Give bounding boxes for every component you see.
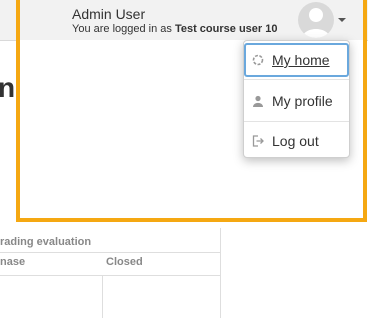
column-header-closed: Closed xyxy=(106,256,143,268)
avatar-icon xyxy=(298,2,334,38)
column-divider xyxy=(102,275,103,318)
home-icon xyxy=(252,54,264,66)
menu-item-label: My profile xyxy=(272,93,333,109)
menu-divider xyxy=(244,121,349,122)
column-header-phase: nase xyxy=(0,256,26,268)
menu-item-my-profile[interactable]: My profile xyxy=(244,84,349,116)
table-title: rading evaluation xyxy=(0,236,92,248)
menu-divider xyxy=(244,79,349,80)
top-navbar: Admin User You are logged in as Test cou… xyxy=(0,0,368,41)
menu-item-my-home[interactable]: My home xyxy=(244,43,349,77)
divider xyxy=(0,252,220,253)
logout-icon xyxy=(252,135,264,147)
logged-in-prefix: You are logged in as xyxy=(72,23,175,35)
logged-in-info: You are logged in as Test course user 10 xyxy=(72,23,298,35)
menu-item-log-out[interactable]: Log out xyxy=(244,124,349,156)
page-heading: n xyxy=(0,72,16,103)
menu-item-label: My home xyxy=(272,52,330,68)
logged-in-user: Test course user 10 xyxy=(174,23,278,35)
user-name: Admin User xyxy=(72,6,146,22)
menu-item-label: Log out xyxy=(272,133,319,149)
grading-table: rading evaluation nase Closed xyxy=(0,228,221,318)
chevron-down-icon[interactable] xyxy=(338,18,346,22)
avatar[interactable] xyxy=(298,2,334,38)
user-icon xyxy=(253,95,263,107)
user-dropdown-menu: My home My profile Log out xyxy=(243,40,350,158)
divider xyxy=(0,275,220,276)
